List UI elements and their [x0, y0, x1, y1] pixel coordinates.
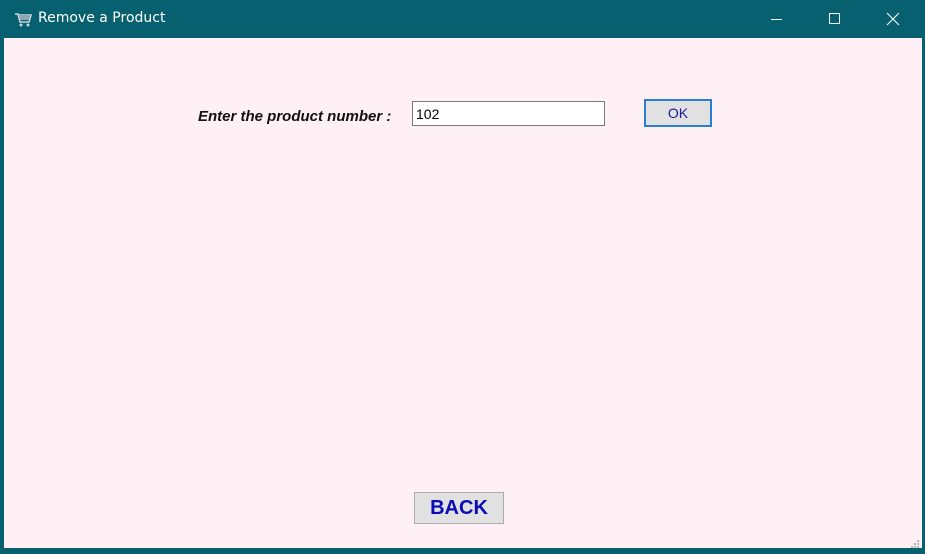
back-button[interactable]: BACK: [414, 492, 504, 524]
title-bar[interactable]: Remove a Product: [0, 0, 925, 38]
resize-grip-icon[interactable]: [910, 536, 920, 548]
cart-icon: [13, 9, 33, 29]
ok-button[interactable]: OK: [644, 99, 712, 127]
remove-product-window: Remove a Product Enter the product numbe…: [0, 0, 925, 551]
close-button[interactable]: [864, 0, 922, 38]
minimize-icon: [771, 19, 782, 20]
minimize-button[interactable]: [748, 0, 806, 38]
maximize-icon: [829, 13, 840, 24]
product-number-label: Enter the product number :: [198, 108, 392, 125]
close-icon: [886, 12, 900, 26]
window-title: Remove a Product: [38, 10, 166, 26]
product-number-input[interactable]: [412, 101, 605, 126]
maximize-button[interactable]: [806, 0, 864, 38]
form-client-area: Enter the product number : OK BACK: [4, 38, 922, 548]
